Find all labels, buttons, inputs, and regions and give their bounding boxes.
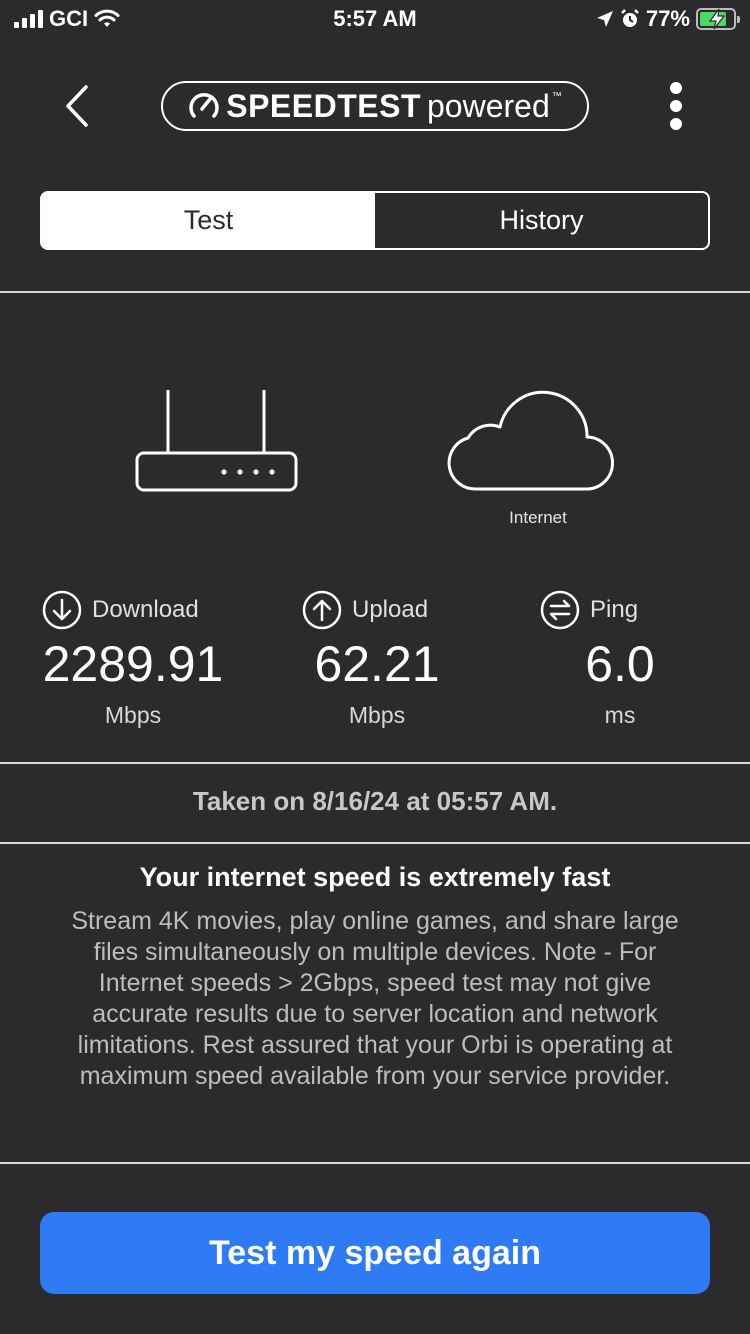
download-metric: Download 2289.91 Mbps xyxy=(28,590,238,729)
status-right: 77% xyxy=(596,6,740,32)
status-bar: GCI 5:57 AM 77% xyxy=(0,0,750,42)
result-description: Stream 4K movies, play online games, and… xyxy=(71,907,679,1090)
cloud-icon xyxy=(447,390,614,491)
speedtest-logo: SPEEDTEST powered ™ xyxy=(161,81,589,131)
logo-powered: powered xyxy=(427,87,550,124)
upload-unit: Mbps xyxy=(348,702,406,728)
download-label: Download xyxy=(92,596,199,623)
result-title: Your internet speed is extremely fast xyxy=(139,862,611,892)
download-unit: Mbps xyxy=(104,702,162,728)
ping-arrows-circle-icon xyxy=(540,590,580,630)
battery-icon xyxy=(696,8,740,30)
ping-label: Ping xyxy=(590,596,639,623)
ping-value: 6.0 xyxy=(585,636,655,692)
ping-header: Ping xyxy=(530,590,710,630)
upload-label: Upload xyxy=(352,596,429,623)
ellipsis-dot xyxy=(670,118,682,130)
logo-brand: SPEEDTEST xyxy=(226,87,421,124)
chevron-left-icon xyxy=(66,85,88,127)
ping-metric: Ping 6.0 ms xyxy=(530,590,710,729)
arrow-up-circle-icon xyxy=(302,590,342,630)
ellipsis-dot xyxy=(670,100,682,112)
battery-percent: 77% xyxy=(645,6,690,31)
upload-header: Upload xyxy=(292,590,462,630)
ping-unit: ms xyxy=(604,702,636,728)
back-button[interactable] xyxy=(52,80,102,132)
logo-trademark: ™ xyxy=(551,91,562,102)
speedometer-icon xyxy=(189,92,219,118)
download-value: 2289.91 xyxy=(42,636,224,692)
router-icon xyxy=(135,390,298,492)
more-options-button[interactable] xyxy=(656,80,696,132)
tab-bar: Test History xyxy=(40,191,710,250)
divider xyxy=(0,842,750,844)
upload-value: 62.21 xyxy=(314,636,440,692)
internet-label: Internet xyxy=(509,508,567,527)
tab-history[interactable]: History xyxy=(375,193,708,248)
ellipsis-dot xyxy=(670,82,682,94)
divider xyxy=(0,1162,750,1164)
test-again-button[interactable]: Test my speed again xyxy=(40,1212,710,1294)
upload-metric: Upload 62.21 Mbps xyxy=(292,590,462,729)
divider xyxy=(0,762,750,764)
download-header: Download xyxy=(28,590,238,630)
tab-test[interactable]: Test xyxy=(42,193,375,248)
taken-timestamp: Taken on 8/16/24 at 05:57 AM. xyxy=(192,786,558,816)
arrow-down-circle-icon xyxy=(42,590,82,630)
alarm-icon xyxy=(621,9,639,27)
divider xyxy=(0,291,750,293)
location-arrow-icon xyxy=(596,11,613,27)
